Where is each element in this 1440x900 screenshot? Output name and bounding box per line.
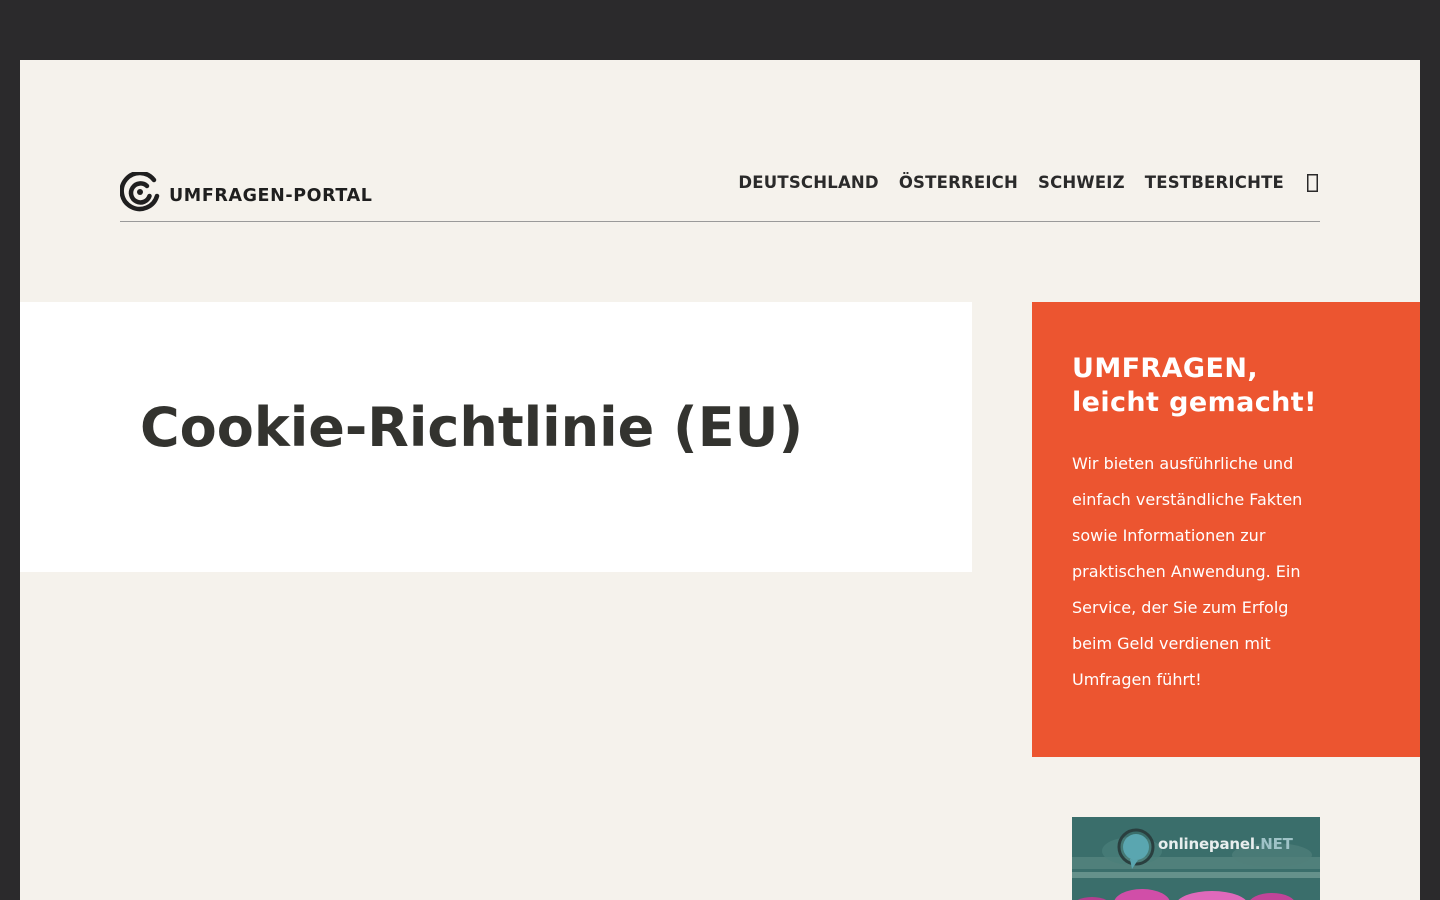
promo-box: UMFRAGEN, leicht gemacht! Wir bieten aus… xyxy=(1032,302,1420,757)
promo-heading-line1: UMFRAGEN, xyxy=(1072,353,1258,384)
logo-mark-icon xyxy=(120,172,160,212)
site-header: UMFRAGEN-PORTAL DEUTSCHLAND ÖSTERREICH S… xyxy=(120,170,1320,222)
ad-brand-text: onlinepanel.NET xyxy=(1158,835,1293,853)
page-title: Cookie-Richtlinie (EU) xyxy=(140,396,804,459)
promo-heading-line2: leicht gemacht! xyxy=(1072,387,1317,418)
nav-item-deutschland[interactable]: DEUTSCHLAND xyxy=(738,172,878,194)
nav-item-schweiz[interactable]: SCHWEIZ xyxy=(1038,172,1125,194)
brand-name: UMFRAGEN-PORTAL xyxy=(169,186,373,206)
ad-image xyxy=(1072,817,1320,900)
page-title-card: Cookie-Richtlinie (EU) xyxy=(20,302,972,572)
ad-brand-name: onlinepanel. xyxy=(1158,835,1261,853)
promo-heading: UMFRAGEN, leicht gemacht! xyxy=(1072,352,1380,420)
search-icon xyxy=(1306,174,1318,192)
site-logo[interactable]: UMFRAGEN-PORTAL xyxy=(120,172,373,212)
nav-item-oesterreich[interactable]: ÖSTERREICH xyxy=(899,172,1018,194)
ad-brand-suffix: NET xyxy=(1260,835,1293,853)
nav-item-testberichte[interactable]: TESTBERICHTE xyxy=(1145,172,1284,194)
promo-text: Wir bieten ausführliche und einfach vers… xyxy=(1072,454,1303,689)
page: UMFRAGEN-PORTAL DEUTSCHLAND ÖSTERREICH S… xyxy=(20,60,1420,900)
main-nav: DEUTSCHLAND ÖSTERREICH SCHWEIZ TESTBERIC… xyxy=(718,172,1320,194)
ad-banner[interactable]: onlinepanel.NET xyxy=(1072,817,1320,900)
search-button[interactable] xyxy=(1304,172,1320,194)
